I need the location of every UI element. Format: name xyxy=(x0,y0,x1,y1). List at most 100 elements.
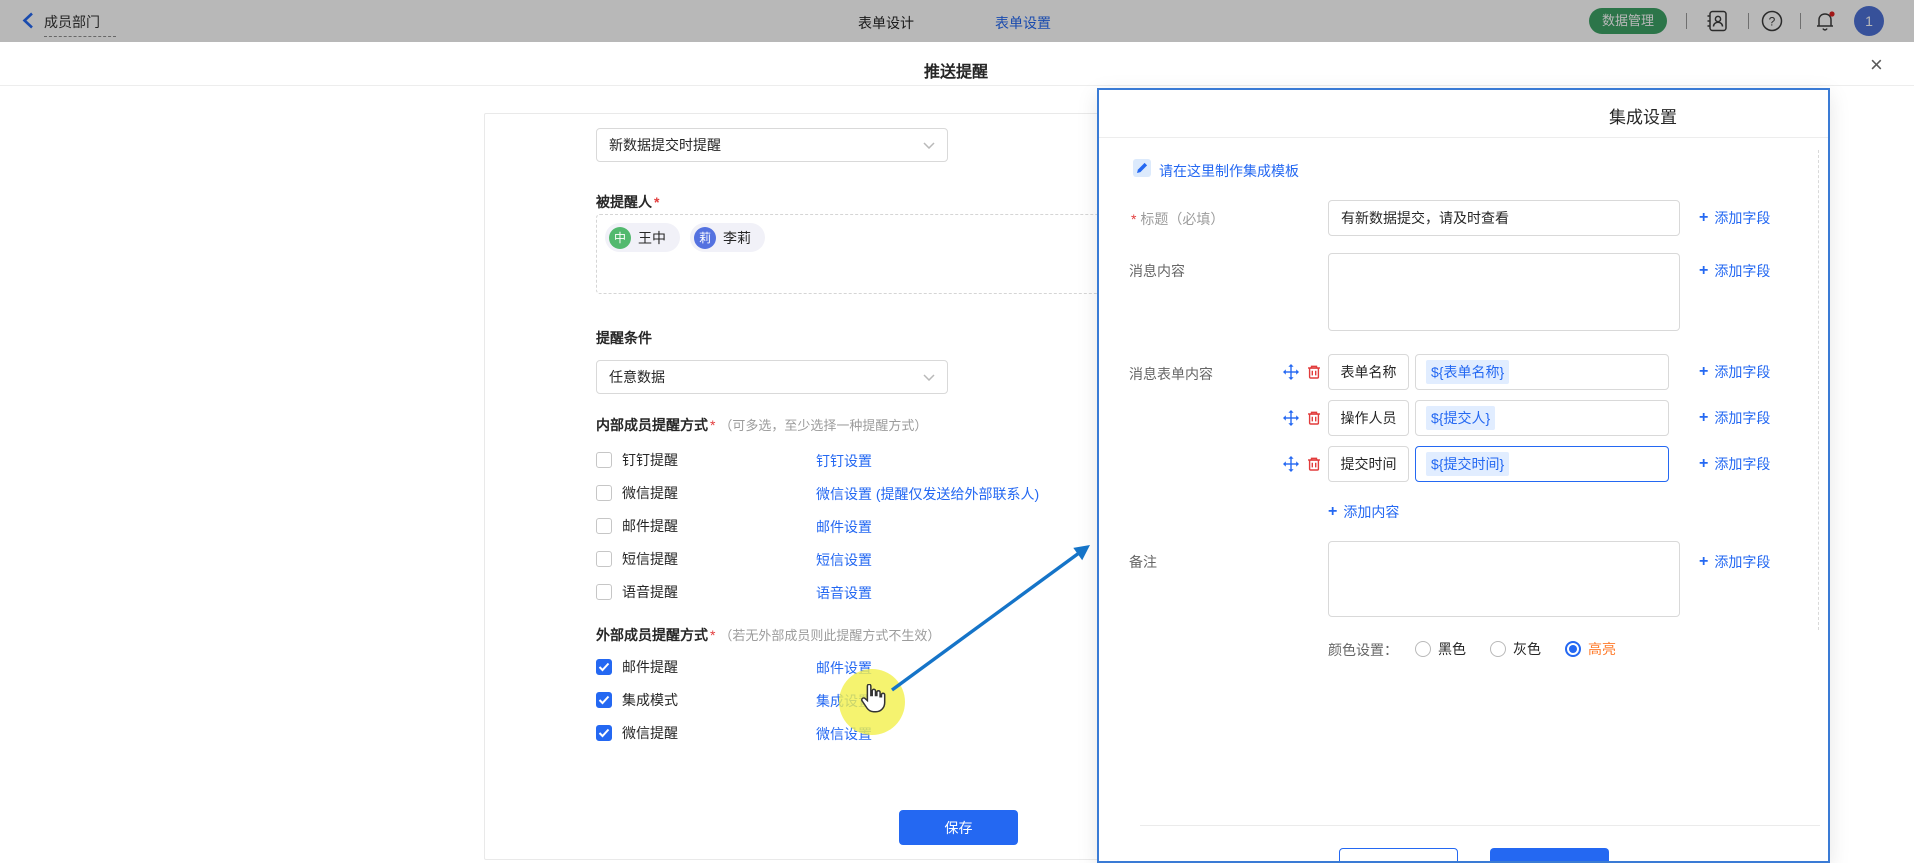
title-field-label: * 标题（必填） xyxy=(1129,209,1224,229)
plus-icon: + xyxy=(1699,455,1708,473)
recipient-tag[interactable]: 莉 李莉 xyxy=(690,223,765,252)
add-field-link[interactable]: + 添加字段 xyxy=(1699,454,1770,474)
recipient-avatar: 中 xyxy=(609,227,631,249)
checkbox-ext-email[interactable] xyxy=(596,659,612,675)
title-input-value: 有新数据提交，请及时查看 xyxy=(1341,208,1509,228)
check-icon xyxy=(598,695,610,705)
checkbox-dingtalk[interactable] xyxy=(596,452,612,468)
field-key-input[interactable]: 操作人员 xyxy=(1328,400,1409,436)
checkbox-voice[interactable] xyxy=(596,584,612,600)
checkbox-wechat[interactable] xyxy=(596,485,612,501)
external-section-note: （若无外部成员则此提醒方式不生效） xyxy=(719,628,940,643)
help-icon[interactable]: ? xyxy=(1760,9,1784,36)
wechat-settings-link[interactable]: 微信设置 (提醒仅发送给外部联系人) xyxy=(816,484,1039,504)
add-field-link[interactable]: + 添加字段 xyxy=(1699,408,1770,428)
note-textarea[interactable] xyxy=(1328,541,1680,617)
panel-title: 集成设置 xyxy=(1609,103,1677,128)
reminder-label: 微信提醒 xyxy=(622,723,678,743)
tab-form-design[interactable]: 表单设计 xyxy=(858,13,914,33)
recipient-tags: 中 王中 莉 李莉 xyxy=(605,223,775,252)
topbar: 成员部门 表单设计 表单设置 数据管理 ? 1 xyxy=(0,0,1914,42)
panel-footer-button-secondary[interactable] xyxy=(1339,848,1458,863)
trash-icon[interactable] xyxy=(1306,456,1322,475)
reminder-row: 邮件提醒 xyxy=(596,657,678,677)
panel-header-divider xyxy=(1099,137,1829,138)
field-value-input[interactable]: ${表单名称} xyxy=(1415,354,1669,390)
trigger-select[interactable]: 新数据提交时提醒 xyxy=(596,128,948,162)
recipient-avatar: 莉 xyxy=(694,227,716,249)
trash-icon[interactable] xyxy=(1306,410,1322,429)
back-icon[interactable] xyxy=(22,12,34,32)
topbar-divider xyxy=(1686,13,1687,29)
field-key-input[interactable]: 表单名称 xyxy=(1328,354,1409,390)
note-label: 备注 xyxy=(1129,552,1157,572)
reminder-row: 集成模式 xyxy=(596,690,678,710)
sms-settings-link[interactable]: 短信设置 xyxy=(816,550,872,570)
close-icon[interactable]: × xyxy=(1870,56,1883,74)
plus-icon: + xyxy=(1699,409,1708,427)
color-option-gray[interactable]: 灰色 xyxy=(1490,639,1541,659)
add-field-link[interactable]: + 添加字段 xyxy=(1699,552,1770,572)
reminder-label: 语音提醒 xyxy=(622,582,678,602)
field-value-input[interactable]: ${提交人} xyxy=(1415,400,1669,436)
avatar[interactable]: 1 xyxy=(1854,6,1884,36)
add-field-link[interactable]: + 添加字段 xyxy=(1699,261,1770,281)
drag-icon[interactable] xyxy=(1283,410,1299,429)
dingtalk-settings-link[interactable]: 钉钉设置 xyxy=(816,451,872,471)
checkbox-integration[interactable] xyxy=(596,692,612,708)
data-manage-button[interactable]: 数据管理 xyxy=(1589,8,1667,34)
tab-form-settings[interactable]: 表单设置 xyxy=(995,13,1051,33)
email-settings-link[interactable]: 邮件设置 xyxy=(816,517,872,537)
title-input[interactable]: 有新数据提交，请及时查看 xyxy=(1328,200,1680,236)
field-token: ${提交人} xyxy=(1426,406,1495,430)
page-title: 推送提醒 xyxy=(896,58,1016,82)
required-mark: * xyxy=(654,194,659,210)
reminder-row: 语音提醒 xyxy=(596,582,678,602)
checkbox-sms[interactable] xyxy=(596,551,612,567)
reminder-row: 短信提醒 xyxy=(596,549,678,569)
chevron-down-icon xyxy=(923,374,935,381)
color-option-highlight[interactable]: 高亮 xyxy=(1565,639,1616,659)
trash-icon[interactable] xyxy=(1306,364,1322,383)
plus-icon: + xyxy=(1699,262,1708,280)
message-content-textarea[interactable] xyxy=(1328,253,1680,331)
back-label[interactable]: 成员部门 xyxy=(44,12,100,32)
add-field-link[interactable]: + 添加字段 xyxy=(1699,362,1770,382)
checkbox-ext-wechat[interactable] xyxy=(596,725,612,741)
plus-icon: + xyxy=(1699,553,1708,571)
bell-icon[interactable] xyxy=(1812,8,1838,37)
plus-icon: + xyxy=(1699,209,1708,227)
drag-icon[interactable] xyxy=(1283,456,1299,475)
radio-selected-icon[interactable] xyxy=(1565,641,1581,657)
color-option-black[interactable]: 黑色 xyxy=(1415,639,1466,659)
checkbox-email[interactable] xyxy=(596,518,612,534)
recipient-name: 王中 xyxy=(638,228,666,248)
field-value-input-focused[interactable]: ${提交时间} xyxy=(1415,446,1669,482)
chevron-down-icon xyxy=(923,142,935,149)
field-token: ${表单名称} xyxy=(1426,360,1509,384)
add-content-link[interactable]: + 添加内容 xyxy=(1328,502,1399,522)
color-setting-label: 颜色设置： xyxy=(1328,640,1398,660)
panel-footer-button-primary[interactable] xyxy=(1490,848,1609,863)
add-field-link[interactable]: + 添加字段 xyxy=(1699,208,1770,228)
field-key-input[interactable]: 提交时间 xyxy=(1328,446,1409,482)
save-button[interactable]: 保存 xyxy=(899,810,1018,845)
reminder-row: 微信提醒 xyxy=(596,483,678,503)
topbar-divider xyxy=(1748,13,1749,29)
panel-scroll-track[interactable] xyxy=(1818,150,1819,630)
voice-settings-link[interactable]: 语音设置 xyxy=(816,583,872,603)
contacts-icon[interactable] xyxy=(1706,9,1729,36)
radio-icon[interactable] xyxy=(1415,641,1431,657)
check-icon xyxy=(598,662,610,672)
internal-section-note: （可多选，至少选择一种提醒方式） xyxy=(719,418,927,433)
screen: 成员部门 表单设计 表单设置 数据管理 ? 1 xyxy=(0,0,1914,863)
reminder-row: 微信提醒 xyxy=(596,723,678,743)
condition-select[interactable]: 任意数据 xyxy=(596,360,948,394)
required-mark: * xyxy=(710,417,715,433)
radio-icon[interactable] xyxy=(1490,641,1506,657)
required-mark: * xyxy=(1131,211,1136,227)
header-divider xyxy=(0,85,1914,86)
recipient-tag[interactable]: 中 王中 xyxy=(605,223,680,252)
drag-icon[interactable] xyxy=(1283,364,1299,383)
integration-settings-panel: 集成设置 请在这里制作集成模板 * 标题（必填） 有新数据提交，请及时查看 + … xyxy=(1097,88,1830,863)
